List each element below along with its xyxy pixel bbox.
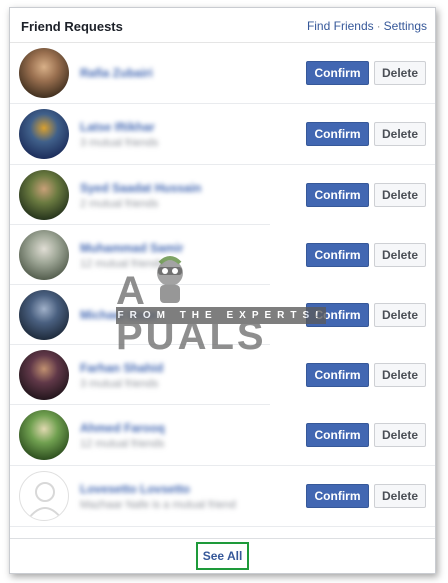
panel-header: Friend Requests Find Friends · Settings — [10, 8, 435, 43]
requester-name[interactable]: Latse Iftikhar — [80, 120, 155, 134]
request-list: Rafia Zubairi Confirm Delete Latse Iftikhar… — [10, 43, 435, 527]
settings-link[interactable]: Settings — [384, 19, 427, 33]
delete-button[interactable]: Delete — [374, 363, 426, 387]
confirm-button[interactable]: Confirm — [306, 61, 369, 85]
requester-name[interactable]: Syed Saadat Hussain — [80, 181, 201, 195]
confirm-button[interactable]: Confirm — [306, 243, 369, 267]
requester-name[interactable]: Ahmed Farooq — [80, 421, 165, 435]
requester-name[interactable]: Rafia Zubairi — [80, 66, 153, 80]
list-item: Muhammad Samir 12 mutual friends Confirm De… — [10, 225, 435, 285]
list-item: Syed Saadat Hussain 2 mutual friends Confi… — [10, 165, 435, 225]
avatar[interactable] — [19, 230, 69, 280]
delete-button[interactable]: Delete — [374, 423, 426, 447]
requester-name[interactable]: Lovesetto Lovsetto — [80, 482, 190, 496]
avatar[interactable] — [19, 170, 69, 220]
list-item: Michael Umer Confirm Delete — [10, 285, 435, 345]
mutual-friends-text[interactable]: Mazhaar Nafe is a mutual friend — [80, 499, 236, 511]
confirm-button[interactable]: Confirm — [306, 363, 369, 387]
delete-button[interactable]: Delete — [374, 61, 426, 85]
mutual-friends-text[interactable]: 12 mutual friends — [80, 438, 164, 450]
list-item: Farhan Shahid 3 mutual friends Confirm Dele… — [10, 345, 435, 405]
mutual-friends-text[interactable]: 3 mutual friends — [80, 137, 158, 149]
mutual-friends-text[interactable]: 12 mutual friends — [80, 258, 164, 270]
avatar[interactable] — [19, 350, 69, 400]
default-avatar-icon[interactable] — [19, 471, 69, 521]
friend-requests-panel: Friend Requests Find Friends · Settings Ra… — [9, 7, 436, 574]
list-item: Lovesetto Lovsetto Mazhaar Nafe is a mutu… — [10, 466, 435, 527]
link-separator: · — [376, 19, 381, 33]
header-links: Find Friends · Settings — [307, 19, 427, 33]
panel-title: Friend Requests — [21, 19, 123, 34]
panel-footer: See All — [10, 538, 435, 573]
delete-button[interactable]: Delete — [374, 303, 426, 327]
see-all-button[interactable]: See All — [196, 542, 249, 570]
list-item: Ahmed Farooq 12 mutual friends Confirm Dele… — [10, 405, 435, 466]
list-item: Rafia Zubairi Confirm Delete — [10, 43, 435, 104]
delete-button[interactable]: Delete — [374, 122, 426, 146]
mutual-friends-text[interactable]: 2 mutual friends — [80, 198, 158, 210]
find-friends-link[interactable]: Find Friends — [307, 19, 374, 33]
confirm-button[interactable]: Confirm — [306, 423, 369, 447]
confirm-button[interactable]: Confirm — [306, 484, 369, 508]
confirm-button[interactable]: Confirm — [306, 122, 369, 146]
confirm-button[interactable]: Confirm — [306, 303, 369, 327]
requester-name[interactable]: Farhan Shahid — [80, 361, 163, 375]
delete-button[interactable]: Delete — [374, 243, 426, 267]
delete-button[interactable]: Delete — [374, 484, 426, 508]
avatar[interactable] — [19, 109, 69, 159]
list-item: Latse Iftikhar 3 mutual friends Confirm Del… — [10, 104, 435, 165]
requester-name[interactable]: Michael Umer — [80, 308, 158, 322]
avatar[interactable] — [19, 410, 69, 460]
avatar[interactable] — [19, 290, 69, 340]
requester-name[interactable]: Muhammad Samir — [80, 241, 183, 255]
mutual-friends-text[interactable]: 3 mutual friends — [80, 378, 158, 390]
delete-button[interactable]: Delete — [374, 183, 426, 207]
confirm-button[interactable]: Confirm — [306, 183, 369, 207]
avatar[interactable] — [19, 48, 69, 98]
